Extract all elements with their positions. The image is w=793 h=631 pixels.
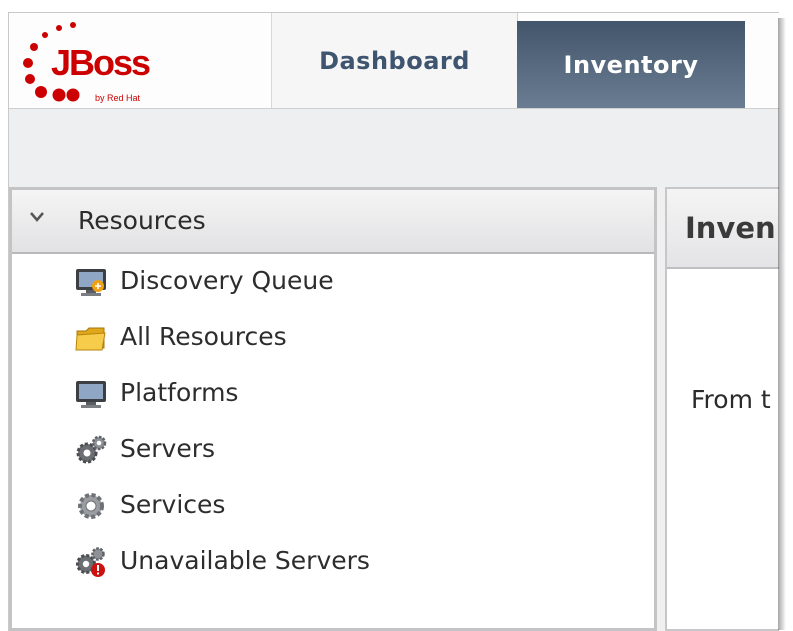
top-header: JBoss by Red Hat Dashboard Inventory	[9, 13, 779, 109]
resources-list: Discovery Queue All Resources Platforms	[12, 254, 654, 590]
list-item-label: Unavailable Servers	[120, 546, 370, 575]
app-window: JBoss by Red Hat Dashboard Inventory Res…	[8, 12, 779, 631]
list-item-label: All Resources	[120, 322, 287, 351]
gear-icon	[78, 493, 104, 519]
sub-toolbar	[9, 109, 779, 187]
tab-inventory-label: Inventory	[563, 50, 699, 79]
list-item-label: Platforms	[120, 378, 239, 407]
jboss-logo-icon: JBoss by Red Hat	[23, 22, 152, 103]
list-item-label: Discovery Queue	[120, 266, 334, 295]
list-item-discovery-queue[interactable]: Discovery Queue	[12, 254, 654, 310]
chevron-down-icon	[30, 212, 44, 222]
resources-section-title: Resources	[78, 206, 206, 235]
inventory-panel: Inven From t	[665, 187, 779, 631]
tab-dashboard-label: Dashboard	[319, 46, 470, 75]
tab-dashboard[interactable]: Dashboard	[272, 13, 518, 108]
logo-wordmark: JBoss	[51, 42, 150, 83]
list-item-label: Servers	[120, 434, 216, 463]
inventory-panel-header: Inven	[667, 189, 779, 269]
list-item-unavailable-servers[interactable]: Unavailable Servers	[12, 534, 654, 590]
monitor-icon	[76, 381, 106, 408]
folder-icon	[75, 327, 106, 351]
list-item-platforms[interactable]: Platforms	[12, 366, 654, 422]
resources-section-header[interactable]: Resources	[12, 190, 654, 254]
logo-area: JBoss by Red Hat	[9, 13, 272, 108]
list-item-label: Services	[120, 490, 226, 519]
list-item-servers[interactable]: Servers	[12, 422, 654, 478]
window-shadow	[778, 18, 786, 630]
logo-tagline: by Red Hat	[95, 93, 141, 103]
list-item-services[interactable]: Services	[12, 478, 654, 534]
tab-inventory[interactable]: Inventory	[517, 21, 745, 108]
list-item-all-resources[interactable]: All Resources	[12, 310, 654, 366]
inventory-panel-body-text: From t	[691, 385, 771, 414]
gears-icon	[76, 435, 107, 464]
inventory-panel-title: Inven	[685, 211, 776, 245]
resources-panel: Resources Discovery Queue All Resources …	[9, 187, 657, 631]
discovery-queue-icon	[76, 269, 106, 296]
unavailable-gears-icon	[76, 547, 105, 577]
